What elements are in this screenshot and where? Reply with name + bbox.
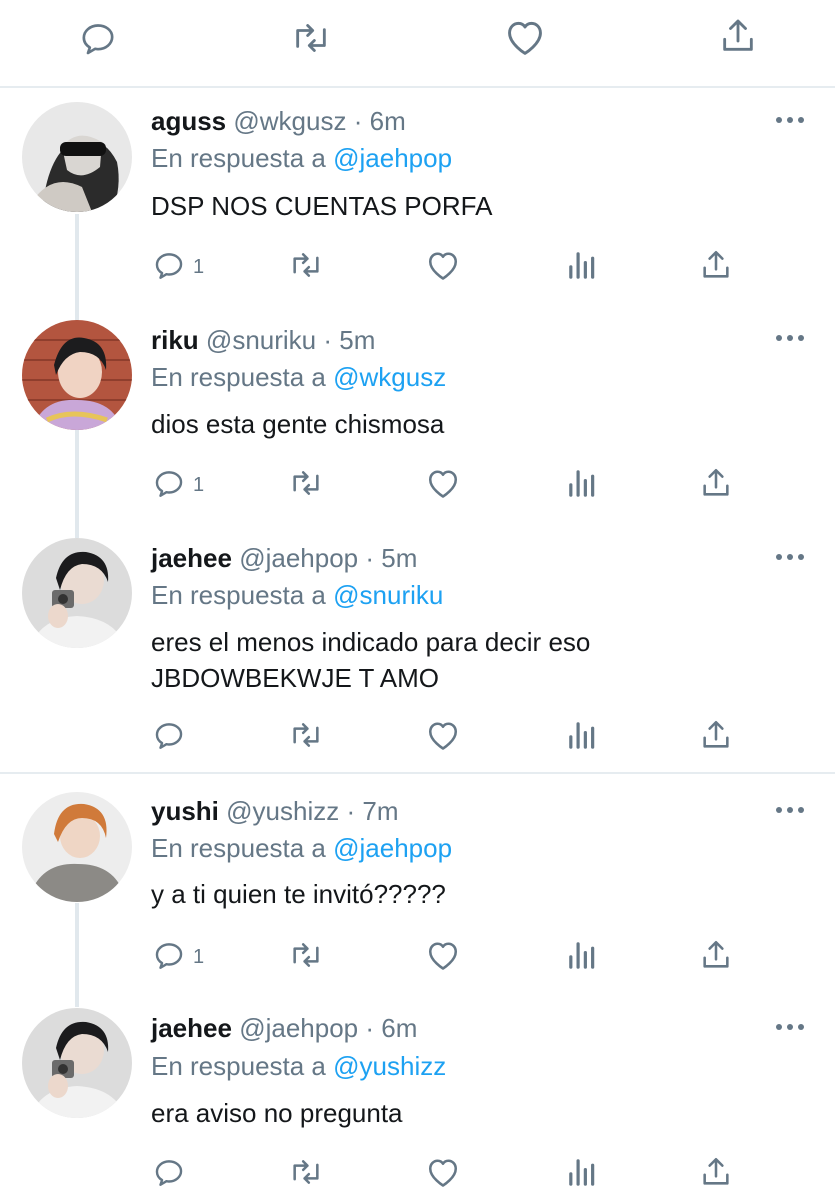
more-icon[interactable] <box>776 332 806 344</box>
more-icon[interactable] <box>776 804 806 816</box>
display-name[interactable]: yushi <box>151 796 219 826</box>
retweet-icon[interactable] <box>287 248 325 282</box>
tweet-header: yushi @yushizz · 7m <box>151 796 399 826</box>
reply-icon[interactable] <box>78 18 118 58</box>
reply-context: En respuesta a @jaehpop <box>151 143 452 173</box>
mention-link[interactable]: @yushizz <box>333 1051 446 1081</box>
tweet-header: riku @snuriku · 5m <box>151 325 375 355</box>
display-name[interactable]: jaehee <box>151 1013 232 1043</box>
reply-icon[interactable] <box>152 718 186 752</box>
tweet-text: dios esta gente chismosa <box>151 409 445 439</box>
divider <box>0 772 835 774</box>
analytics-icon[interactable] <box>566 1155 596 1187</box>
like-icon[interactable] <box>503 17 547 57</box>
tweet-text: JBDOWBEKWJE T AMO <box>151 663 439 693</box>
reply-prefix: En respuesta a <box>151 1051 326 1081</box>
like-icon[interactable] <box>425 466 461 500</box>
user-handle[interactable]: @wkgusz <box>233 106 346 136</box>
more-icon[interactable] <box>776 1021 806 1033</box>
tweet-text: era aviso no pregunta <box>151 1098 403 1128</box>
timestamp[interactable]: 5m <box>339 325 375 355</box>
reply-context: En respuesta a @jaehpop <box>151 833 452 863</box>
share-icon[interactable] <box>699 1155 733 1189</box>
tweet-header: jaehee @jaehpop · 6m <box>151 1013 417 1043</box>
display-name[interactable]: aguss <box>151 106 226 136</box>
avatar[interactable] <box>22 1008 132 1118</box>
reply-prefix: En respuesta a <box>151 143 326 173</box>
tweet-header: aguss @wkgusz · 6m <box>151 106 406 136</box>
divider <box>0 86 835 88</box>
reply-count: 1 <box>193 474 205 496</box>
share-icon[interactable] <box>699 718 733 752</box>
retweet-icon[interactable] <box>287 1155 325 1189</box>
share-icon[interactable] <box>699 248 733 282</box>
reply-context: En respuesta a @wkgusz <box>151 362 446 392</box>
tweet-text: DSP NOS CUENTAS PORFA <box>151 191 493 221</box>
reply-context: En respuesta a @yushizz <box>151 1051 446 1081</box>
separator: · <box>365 543 375 573</box>
separator: · <box>323 325 333 355</box>
like-icon[interactable] <box>425 938 461 972</box>
tweet-header: jaehee @jaehpop · 5m <box>151 543 417 573</box>
user-handle[interactable]: @snuriku <box>206 325 316 355</box>
timestamp[interactable]: 7m <box>362 796 398 826</box>
reply-prefix: En respuesta a <box>151 580 326 610</box>
separator: · <box>365 1013 375 1043</box>
more-icon[interactable] <box>776 114 806 126</box>
share-icon[interactable] <box>718 16 758 56</box>
timestamp[interactable]: 5m <box>381 543 417 573</box>
more-icon[interactable] <box>776 551 806 563</box>
analytics-icon[interactable] <box>566 938 596 970</box>
display-name[interactable]: jaehee <box>151 543 232 573</box>
mention-link[interactable]: @jaehpop <box>333 833 452 863</box>
mention-link[interactable]: @wkgusz <box>333 362 446 392</box>
reply-count: 1 <box>193 946 205 968</box>
user-handle[interactable]: @jaehpop <box>239 1013 358 1043</box>
reply-prefix: En respuesta a <box>151 362 326 392</box>
reply-icon[interactable] <box>152 1155 186 1189</box>
user-handle[interactable]: @jaehpop <box>239 543 358 573</box>
avatar[interactable] <box>22 792 132 902</box>
reply-context: En respuesta a @snuriku <box>151 580 443 610</box>
separator: · <box>346 796 356 826</box>
analytics-icon[interactable] <box>566 248 596 280</box>
reply-prefix: En respuesta a <box>151 833 326 863</box>
reply-icon[interactable] <box>152 466 186 500</box>
retweet-icon[interactable] <box>289 18 333 58</box>
timestamp[interactable]: 6m <box>370 106 406 136</box>
like-icon[interactable] <box>425 718 461 752</box>
tweet-text: y a ti quien te invitó????? <box>151 879 446 909</box>
user-handle[interactable]: @yushizz <box>226 796 339 826</box>
retweet-icon[interactable] <box>287 466 325 500</box>
retweet-icon[interactable] <box>287 718 325 752</box>
avatar[interactable] <box>22 102 132 212</box>
analytics-icon[interactable] <box>566 718 596 750</box>
reply-icon[interactable] <box>152 248 186 282</box>
share-icon[interactable] <box>699 466 733 500</box>
share-icon[interactable] <box>699 938 733 972</box>
timestamp[interactable]: 6m <box>381 1013 417 1043</box>
retweet-icon[interactable] <box>287 938 325 972</box>
reply-icon[interactable] <box>152 938 186 972</box>
mention-link[interactable]: @snuriku <box>333 580 443 610</box>
thread-line <box>75 903 79 1007</box>
like-icon[interactable] <box>425 1155 461 1189</box>
avatar[interactable] <box>22 320 132 430</box>
mention-link[interactable]: @jaehpop <box>333 143 452 173</box>
like-icon[interactable] <box>425 248 461 282</box>
analytics-icon[interactable] <box>566 466 596 498</box>
separator: · <box>353 106 363 136</box>
display-name[interactable]: riku <box>151 325 199 355</box>
avatar[interactable] <box>22 538 132 648</box>
tweet-text: eres el menos indicado para decir eso <box>151 627 591 657</box>
reply-count: 1 <box>193 256 205 278</box>
